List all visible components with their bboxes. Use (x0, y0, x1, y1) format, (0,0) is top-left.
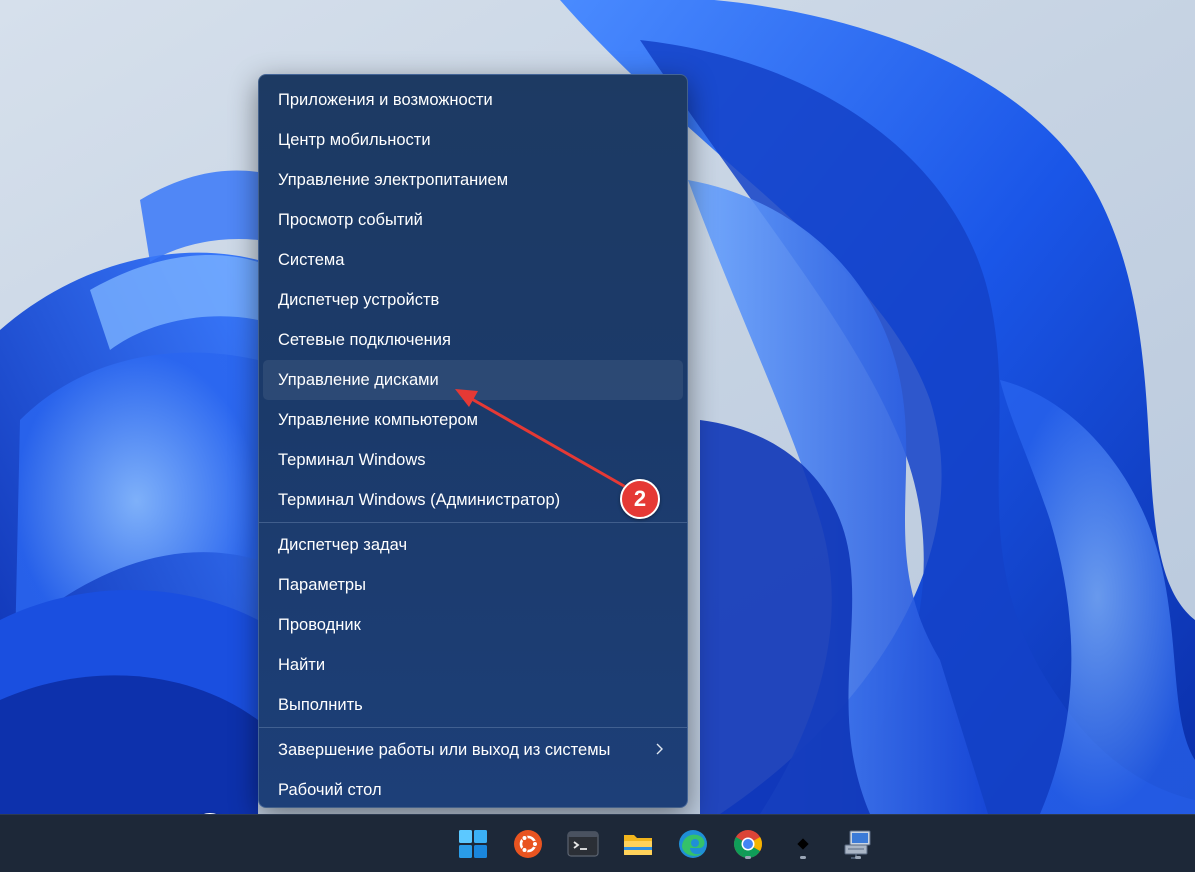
windows-start-icon[interactable] (456, 827, 490, 861)
menu-item-label: Просмотр событий (278, 210, 423, 229)
menu-item[interactable]: Центр мобильности (263, 120, 683, 160)
menu-item-label: Выполнить (278, 695, 363, 714)
menu-item-label: Сетевые подключения (278, 330, 451, 349)
menu-item[interactable]: Система (263, 240, 683, 280)
file-explorer-icon[interactable] (621, 827, 655, 861)
menu-item-label: Диспетчер задач (278, 535, 408, 554)
menu-item-label: Диспетчер устройств (278, 290, 440, 309)
annotation-badge-2: 2 (620, 479, 660, 519)
network-computer-icon[interactable] (841, 827, 875, 861)
menu-item[interactable]: Просмотр событий (263, 200, 683, 240)
menu-separator (259, 727, 687, 728)
menu-item-label: Управление дисками (278, 370, 439, 389)
menu-item[interactable]: Найти (263, 645, 683, 685)
menu-item-label: Управление компьютером (278, 410, 479, 429)
terminal-icon[interactable] (566, 827, 600, 861)
menu-item[interactable]: Сетевые подключения (263, 320, 683, 360)
menu-item[interactable]: Терминал Windows (263, 440, 683, 480)
menu-item-label: Система (278, 250, 345, 269)
running-indicator (745, 856, 751, 859)
chrome-browser-icon[interactable] (731, 827, 765, 861)
menu-item[interactable]: Диспетчер задач (263, 525, 683, 565)
menu-item-label: Терминал Windows (278, 450, 426, 469)
menu-item-label: Завершение работы или выход из системы (278, 740, 611, 759)
menu-item-label: Найти (278, 655, 326, 674)
app-icon[interactable] (786, 827, 820, 861)
menu-item[interactable]: Рабочий стол (263, 770, 683, 810)
running-indicator (800, 856, 806, 859)
chevron-right-icon (656, 743, 663, 755)
menu-item[interactable]: Параметры (263, 565, 683, 605)
menu-separator (259, 522, 687, 523)
winx-context-menu: Приложения и возможности Центр мобильност… (258, 74, 688, 808)
desktop-screen: Приложения и возможности Центр мобильност… (0, 0, 1195, 872)
menu-item-label: Проводник (278, 615, 361, 634)
menu-item[interactable]: Диспетчер устройств (263, 280, 683, 320)
menu-item[interactable]: Управление электропитанием (263, 160, 683, 200)
menu-item[interactable]: Выполнить (263, 685, 683, 725)
menu-item-label: Терминал Windows (Администратор) (278, 490, 561, 509)
menu-item[interactable]: Завершение работы или выход из системы (263, 730, 683, 770)
menu-item-label: Параметры (278, 575, 366, 594)
menu-item-label: Управление электропитанием (278, 170, 509, 189)
menu-item[interactable]: Приложения и возможности (263, 80, 683, 120)
taskbar (0, 814, 1195, 872)
menu-item[interactable]: Управление дисками (263, 360, 683, 400)
running-indicator (855, 856, 861, 859)
ubuntu-icon[interactable] (511, 827, 545, 861)
menu-item-label: Центр мобильности (278, 130, 431, 149)
menu-item[interactable]: Проводник (263, 605, 683, 645)
edge-browser-icon[interactable] (676, 827, 710, 861)
menu-item-label: Рабочий стол (278, 780, 382, 799)
menu-item[interactable]: Управление компьютером (263, 400, 683, 440)
menu-item-label: Приложения и возможности (278, 90, 493, 109)
